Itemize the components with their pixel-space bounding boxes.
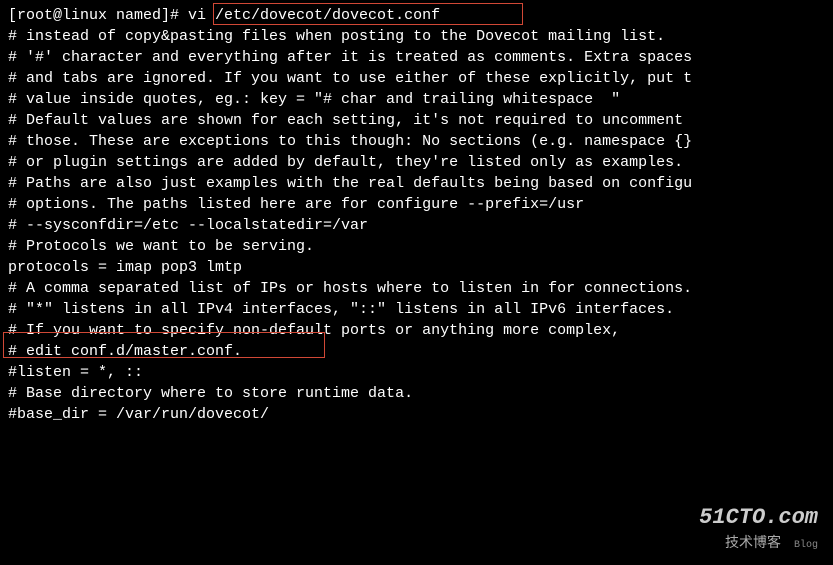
terminal-prompt-line: [root@linux named]# vi /etc/dovecot/dove… bbox=[8, 5, 825, 26]
watermark-domain: 51CTO.com bbox=[699, 503, 818, 534]
terminal-line: # instead of copy&pasting files when pos… bbox=[8, 26, 825, 47]
shell-command: vi /etc/dovecot/dovecot.conf bbox=[188, 7, 440, 24]
terminal-line: # Paths are also just examples with the … bbox=[8, 173, 825, 194]
terminal-line: # and tabs are ignored. If you want to u… bbox=[8, 68, 825, 89]
terminal-line: #listen = *, :: bbox=[8, 362, 825, 383]
terminal-line: # or plugin settings are added by defaul… bbox=[8, 152, 825, 173]
terminal-line: # A comma separated list of IPs or hosts… bbox=[8, 278, 825, 299]
terminal-line: # --sysconfdir=/etc --localstatedir=/var bbox=[8, 215, 825, 236]
terminal-line: # "*" listens in all IPv4 interfaces, ":… bbox=[8, 299, 825, 320]
terminal-line: # Default values are shown for each sett… bbox=[8, 110, 825, 131]
terminal-line: protocols = imap pop3 lmtp bbox=[8, 257, 825, 278]
watermark-sub: 技术博客 bbox=[725, 536, 781, 552]
shell-prompt: [root@linux named]# bbox=[8, 7, 188, 24]
terminal-line: # '#' character and everything after it … bbox=[8, 47, 825, 68]
terminal-line: # options. The paths listed here are for… bbox=[8, 194, 825, 215]
terminal-line: # those. These are exceptions to this th… bbox=[8, 131, 825, 152]
watermark-blog: Blog bbox=[794, 539, 818, 553]
terminal-line: # If you want to specify non-default por… bbox=[8, 320, 825, 341]
terminal-line: # Protocols we want to be serving. bbox=[8, 236, 825, 257]
terminal-line: # value inside quotes, eg.: key = "# cha… bbox=[8, 89, 825, 110]
terminal-line: #base_dir = /var/run/dovecot/ bbox=[8, 404, 825, 425]
watermark: 51CTO.com 技术博客 Blog bbox=[699, 503, 818, 555]
terminal-line: # Base directory where to store runtime … bbox=[8, 383, 825, 404]
terminal-line: # edit conf.d/master.conf. bbox=[8, 341, 825, 362]
